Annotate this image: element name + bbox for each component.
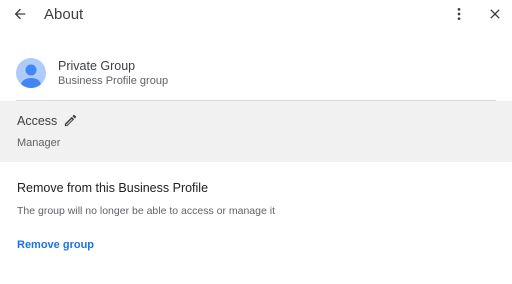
dialog-header: About xyxy=(0,0,512,30)
remove-section-description: The group will no longer be able to acce… xyxy=(17,205,275,217)
access-value: Manager xyxy=(17,137,61,149)
back-button[interactable] xyxy=(9,3,31,25)
group-subtitle: Business Profile group xyxy=(58,75,169,87)
remove-group-link[interactable]: Remove group xyxy=(17,239,94,251)
close-button[interactable] xyxy=(484,3,506,25)
arrow-back-icon xyxy=(14,8,26,20)
group-name: Private Group xyxy=(58,59,136,73)
page-title: About xyxy=(44,6,84,23)
group-info: Private Group Business Profile group xyxy=(0,46,512,100)
more-vert-icon xyxy=(457,8,461,20)
more-options-button[interactable] xyxy=(448,3,470,25)
edit-access-button[interactable] xyxy=(62,112,78,128)
person-avatar-icon xyxy=(16,58,46,88)
close-icon xyxy=(490,9,500,19)
remove-section-title: Remove from this Business Profile xyxy=(17,181,209,195)
access-section: Access Manager xyxy=(0,101,512,162)
access-label: Access xyxy=(17,114,58,128)
pencil-icon xyxy=(64,114,76,126)
